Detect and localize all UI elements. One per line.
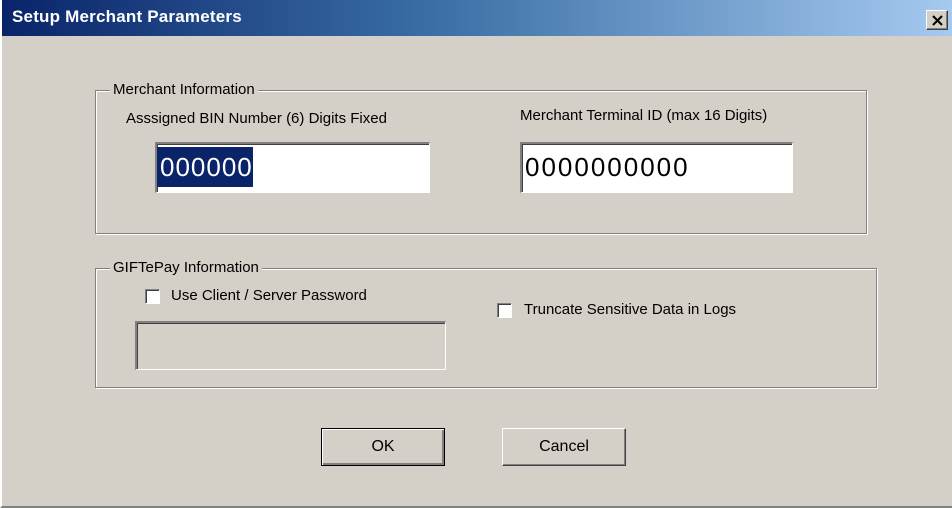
bin-number-input[interactable]: 000000	[155, 142, 430, 193]
window-title: Setup Merchant Parameters	[12, 7, 242, 26]
ok-button[interactable]: OK	[321, 428, 445, 466]
setup-merchant-dialog: Setup Merchant Parameters Merchant Infor…	[0, 0, 952, 508]
giftepay-information-legend: GIFTePay Information	[110, 259, 262, 277]
close-button[interactable]	[926, 10, 948, 30]
terminal-id-label: Merchant Terminal ID (max 16 Digits)	[520, 107, 768, 124]
truncate-data-label[interactable]: Truncate Sensitive Data in Logs	[524, 301, 736, 318]
bin-number-value: 000000	[157, 147, 253, 187]
terminal-id-input[interactable]: 0000000000	[520, 142, 793, 193]
truncate-data-checkbox[interactable]	[497, 303, 512, 318]
close-icon	[932, 15, 943, 26]
password-input[interactable]	[135, 321, 446, 370]
title-bar[interactable]: Setup Merchant Parameters	[2, 0, 952, 36]
terminal-id-value: 0000000000	[525, 152, 690, 182]
merchant-information-legend: Merchant Information	[110, 81, 258, 99]
use-password-checkbox[interactable]	[145, 289, 160, 304]
bin-number-label: Asssigned BIN Number (6) Digits Fixed	[126, 110, 387, 127]
use-password-label[interactable]: Use Client / Server Password	[171, 287, 367, 304]
cancel-button[interactable]: Cancel	[502, 428, 626, 466]
